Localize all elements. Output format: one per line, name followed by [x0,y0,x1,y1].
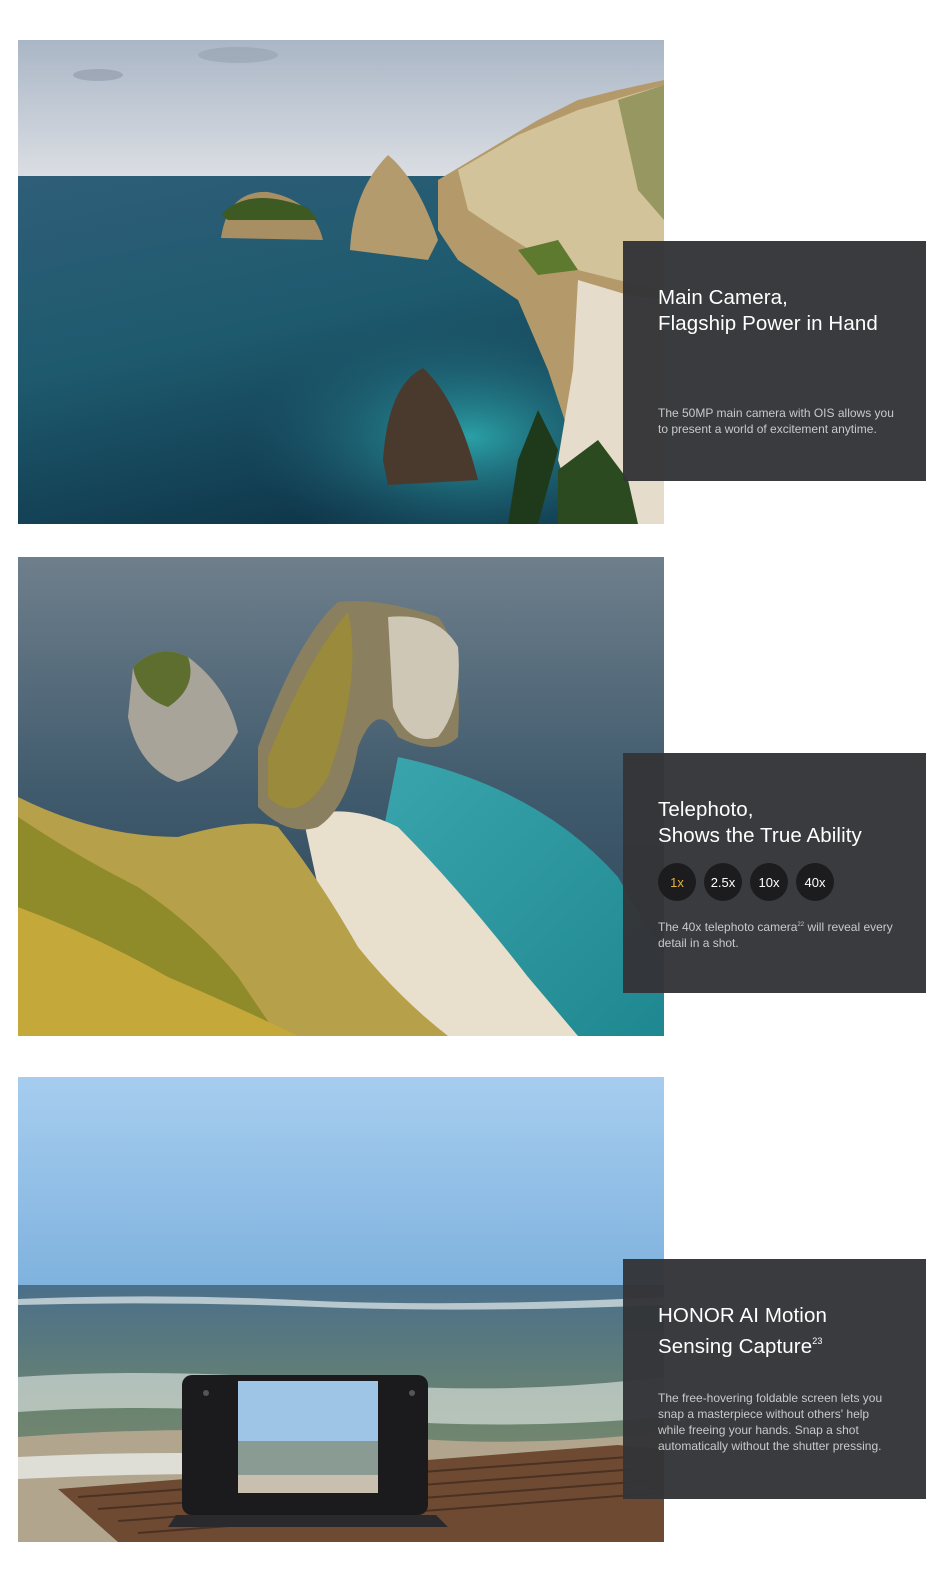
zoom-1x-button[interactable]: 1x [658,863,696,901]
feature-telephoto: Telephoto, Shows the True Ability 1x 2.5… [0,540,950,1060]
telephoto-title-line2: Shows the True Ability [658,823,862,847]
footnote-23: 23 [812,1335,823,1346]
feature-ai-motion-capture: HONOR AI Motion Sensing Capture23 The fr… [0,1060,950,1574]
ai-motion-photo [18,1077,664,1542]
feature-main-camera: Main Camera, Flagship Power in Hand The … [0,0,950,540]
main-camera-title: Main Camera, Flagship Power in Hand [658,285,892,336]
telephoto-description-text: The 40x telephoto camera [658,920,798,934]
main-camera-card: Main Camera, Flagship Power in Hand The … [623,241,926,481]
ai-motion-title-line1: HONOR AI Motion [658,1304,827,1327]
ai-motion-title-line2: Sensing Capture [658,1334,813,1358]
ai-motion-card: HONOR AI Motion Sensing Capture23 The fr… [623,1259,926,1499]
telephoto-description: The 40x telephoto camera22 will reveal e… [658,917,896,951]
main-camera-title-line1: Main Camera, [658,286,788,309]
zoom-10x-button[interactable]: 10x [750,863,788,901]
telephoto-photo [18,557,664,1036]
main-camera-photo [18,40,664,524]
telephoto-title: Telephoto, Shows the True Ability [658,797,892,848]
zoom-2-5x-button[interactable]: 2.5x [704,863,742,901]
ai-motion-description: The free-hovering foldable screen lets y… [658,1391,883,1453]
zoom-40x-button[interactable]: 40x [796,863,834,901]
telephoto-card: Telephoto, Shows the True Ability 1x 2.5… [623,753,926,993]
zoom-selector: 1x 2.5x 10x 40x [658,863,834,901]
main-camera-description: The 50MP main camera with OIS allows you… [658,406,894,436]
ai-motion-title: HONOR AI Motion Sensing Capture23 [658,1303,892,1359]
telephoto-title-line1: Telephoto, [658,798,754,821]
main-camera-title-line2: Flagship Power in Hand [658,311,878,335]
